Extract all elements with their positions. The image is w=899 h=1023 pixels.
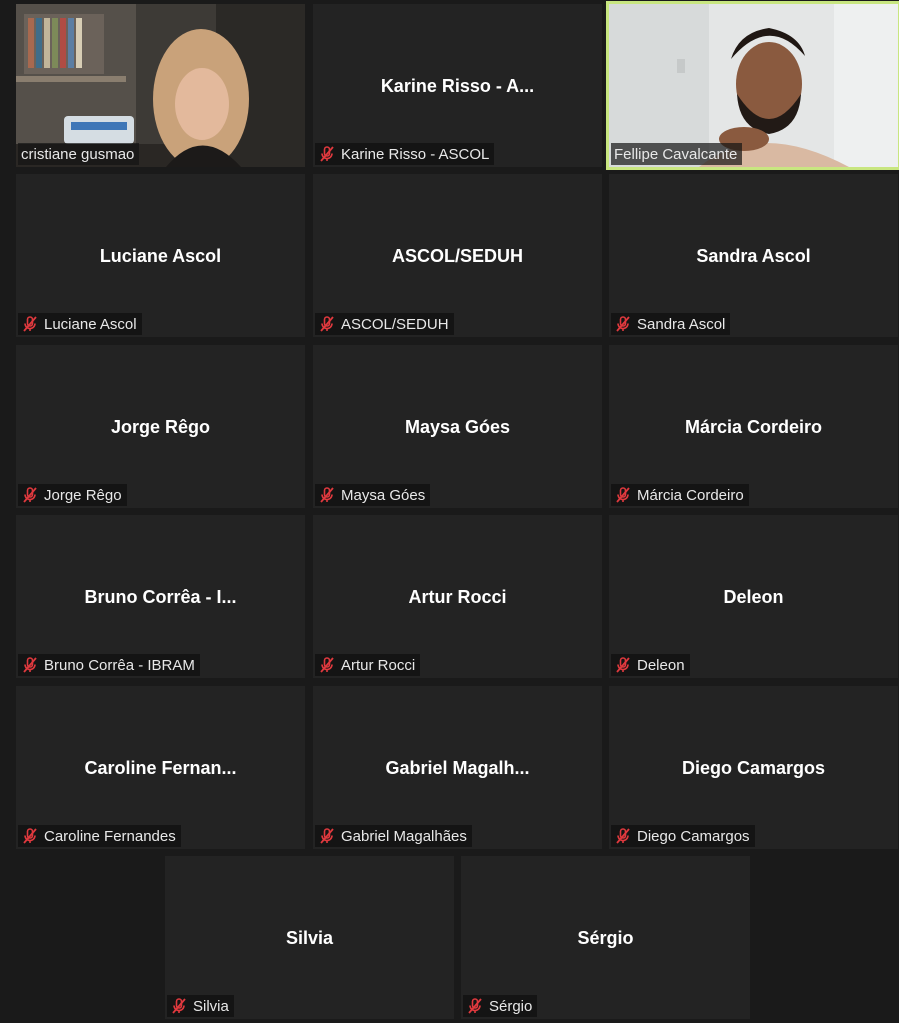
participant-display-name: Caroline Fernan... bbox=[84, 758, 237, 778]
muted-mic-icon bbox=[614, 315, 632, 333]
participant-display-name: Deleon bbox=[723, 587, 784, 607]
muted-mic-icon bbox=[170, 997, 188, 1015]
participant-label-text: Fellipe Cavalcante bbox=[614, 145, 738, 163]
participant-label-text: ASCOL/SEDUH bbox=[341, 315, 449, 333]
participant-display-name: Sandra Ascol bbox=[696, 246, 811, 266]
participant-name-label: Deleon bbox=[611, 654, 690, 676]
participant-tile-fellipe[interactable]: Fellipe Cavalcante bbox=[606, 1, 899, 170]
participant-tile-ascol[interactable]: ASCOL/SEDUH ASCOL/SEDUH bbox=[313, 174, 602, 337]
participant-tile-gabriel[interactable]: Gabriel Magalh... Gabriel Magalhães bbox=[313, 686, 602, 849]
muted-mic-icon bbox=[318, 145, 336, 163]
muted-mic-icon bbox=[614, 486, 632, 504]
participant-label-text: Sandra Ascol bbox=[637, 315, 726, 333]
participant-display-name: Maysa Góes bbox=[404, 417, 511, 437]
participant-display-name: Silvia bbox=[285, 928, 334, 948]
participant-name-label: ASCOL/SEDUH bbox=[315, 313, 454, 335]
participant-label-text: Caroline Fernandes bbox=[44, 827, 176, 845]
participant-tile-caroline[interactable]: Caroline Fernan... Caroline Fernandes bbox=[16, 686, 305, 849]
participant-tile-silvia[interactable]: Silvia Silvia bbox=[165, 856, 454, 1019]
participant-tile-maysa[interactable]: Maysa Góes Maysa Góes bbox=[313, 345, 602, 508]
participant-display-name: ASCOL/SEDUH bbox=[391, 246, 523, 266]
muted-mic-icon bbox=[318, 486, 336, 504]
participant-display-name: Sérgio bbox=[577, 928, 634, 948]
muted-mic-icon bbox=[614, 827, 632, 845]
muted-mic-icon bbox=[21, 656, 39, 674]
participant-name-label: Bruno Corrêa - IBRAM bbox=[18, 654, 200, 676]
participant-name-label: Fellipe Cavalcante bbox=[611, 143, 743, 165]
muted-mic-icon bbox=[21, 315, 39, 333]
participant-display-name: Luciane Ascol bbox=[99, 246, 222, 266]
participant-label-text: Maysa Góes bbox=[341, 486, 426, 504]
participant-label-text: Bruno Corrêa - IBRAM bbox=[44, 656, 195, 674]
participant-label-text: Márcia Cordeiro bbox=[637, 486, 744, 504]
participant-name-label: Jorge Rêgo bbox=[18, 484, 127, 506]
muted-mic-icon bbox=[466, 997, 484, 1015]
participant-name-label: Karine Risso - ASCOL bbox=[315, 143, 495, 165]
participant-name-label: Gabriel Magalhães bbox=[315, 825, 472, 847]
participant-label-text: Silvia bbox=[193, 997, 229, 1015]
participant-tile-cristiane[interactable]: cristiane gusmao bbox=[16, 4, 305, 167]
participant-tile-luciane[interactable]: Luciane Ascol Luciane Ascol bbox=[16, 174, 305, 337]
participant-name-label: Caroline Fernandes bbox=[18, 825, 181, 847]
participant-tile-karine[interactable]: Karine Risso - A... Karine Risso - ASCOL bbox=[313, 4, 602, 167]
participant-label-text: Gabriel Magalhães bbox=[341, 827, 467, 845]
muted-mic-icon bbox=[21, 486, 39, 504]
participant-tile-deleon[interactable]: Deleon Deleon bbox=[609, 515, 898, 678]
participant-tile-sandra[interactable]: Sandra Ascol Sandra Ascol bbox=[609, 174, 898, 337]
participant-tile-sergio[interactable]: Sérgio Sérgio bbox=[461, 856, 750, 1019]
participant-tile-marcia[interactable]: Márcia Cordeiro Márcia Cordeiro bbox=[609, 345, 898, 508]
participant-label-text: cristiane gusmao bbox=[21, 145, 135, 163]
participant-name-label: cristiane gusmao bbox=[18, 143, 140, 165]
participant-label-text: Karine Risso - ASCOL bbox=[341, 145, 490, 163]
video-grid: cristiane gusmao Karine Risso - A... Karin… bbox=[0, 0, 899, 1023]
participant-display-name: Artur Rocci bbox=[408, 587, 507, 607]
participant-display-name: Karine Risso - A... bbox=[380, 76, 535, 96]
participant-display-name: Gabriel Magalh... bbox=[385, 758, 530, 778]
muted-mic-icon bbox=[614, 656, 632, 674]
participant-tile-bruno[interactable]: Bruno Corrêa - I... Bruno Corrêa - IBRAM bbox=[16, 515, 305, 678]
participant-tile-artur[interactable]: Artur Rocci Artur Rocci bbox=[313, 515, 602, 678]
participant-name-label: Luciane Ascol bbox=[18, 313, 142, 335]
participant-name-label: Sérgio bbox=[463, 995, 538, 1017]
participant-tile-diego[interactable]: Diego Camargos Diego Camargos bbox=[609, 686, 898, 849]
participant-display-name: Bruno Corrêa - I... bbox=[84, 587, 237, 607]
participant-label-text: Jorge Rêgo bbox=[44, 486, 122, 504]
muted-mic-icon bbox=[318, 827, 336, 845]
participant-name-label: Maysa Góes bbox=[315, 484, 431, 506]
participant-label-text: Diego Camargos bbox=[637, 827, 750, 845]
muted-mic-icon bbox=[318, 656, 336, 674]
participant-label-text: Deleon bbox=[637, 656, 685, 674]
muted-mic-icon bbox=[21, 827, 39, 845]
participant-label-text: Sérgio bbox=[489, 997, 533, 1015]
participant-display-name: Jorge Rêgo bbox=[110, 417, 211, 437]
participant-name-label: Diego Camargos bbox=[611, 825, 755, 847]
muted-mic-icon bbox=[318, 315, 336, 333]
participant-label-text: Artur Rocci bbox=[341, 656, 416, 674]
participant-name-label: Silvia bbox=[167, 995, 234, 1017]
participant-tile-jorge[interactable]: Jorge Rêgo Jorge Rêgo bbox=[16, 345, 305, 508]
participant-display-name: Márcia Cordeiro bbox=[684, 417, 823, 437]
participant-display-name: Diego Camargos bbox=[681, 758, 826, 778]
participant-label-text: Luciane Ascol bbox=[44, 315, 137, 333]
participant-name-label: Artur Rocci bbox=[315, 654, 421, 676]
participant-name-label: Márcia Cordeiro bbox=[611, 484, 749, 506]
participant-name-label: Sandra Ascol bbox=[611, 313, 731, 335]
